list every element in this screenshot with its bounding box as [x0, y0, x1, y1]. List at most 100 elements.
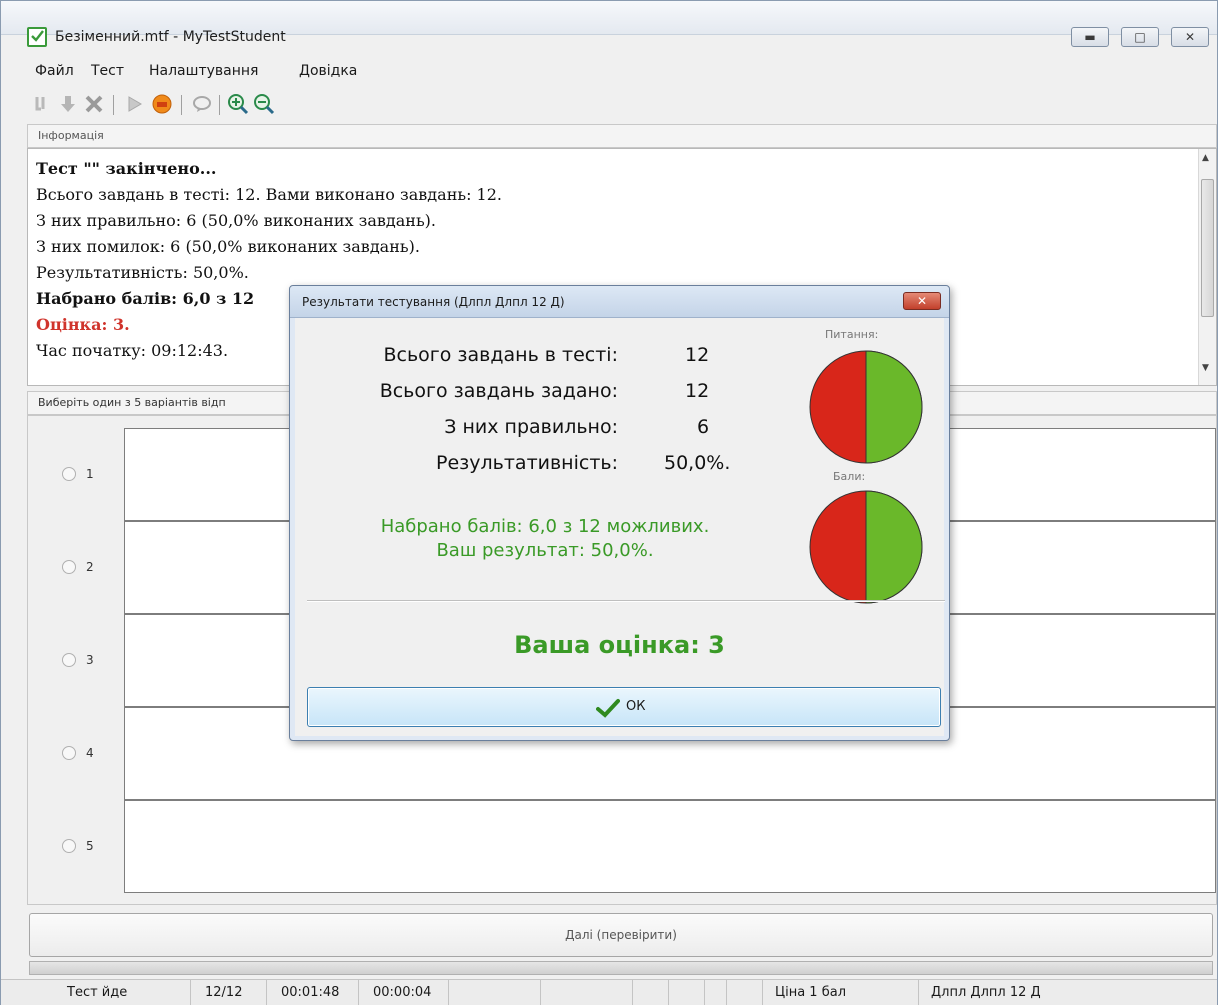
zoom-in-icon[interactable] [227, 93, 249, 115]
dialog-close-button[interactable]: ✕ [903, 292, 941, 310]
info-panel-title: Інформація [38, 129, 104, 142]
info-grade: Оцінка: 3. [36, 315, 130, 334]
score-line: Набрано балів: 6,0 з 12 можливих. [380, 516, 710, 537]
ok-button[interactable]: ОК [307, 687, 941, 727]
download-arrow-icon[interactable] [57, 93, 79, 115]
stat-value-correct: 6 [697, 416, 710, 438]
pie-questions [809, 350, 923, 464]
info-scrollbar[interactable]: ▲ ▼ [1198, 149, 1216, 385]
play-icon[interactable] [123, 93, 145, 115]
status-elapsed: 00:01:48 [281, 985, 340, 1000]
status-price-cell: Ціна 1 бал [763, 980, 919, 1005]
maximize-button[interactable]: □ [1121, 27, 1159, 47]
pie-points-caption: Бали: [833, 470, 866, 483]
dialog-divider [307, 600, 945, 602]
scroll-thumb[interactable] [1201, 179, 1214, 317]
info-panel-header: Інформація [27, 124, 1217, 148]
open-icon[interactable] [31, 93, 53, 115]
answer-number: 2 [86, 560, 94, 574]
dialog-body: Всього завдань в тесті: 12 Всього завдан… [295, 318, 945, 736]
maximize-icon: □ [1134, 30, 1146, 44]
answer-row: 5 [28, 788, 1216, 893]
stat-value-given: 12 [685, 380, 710, 402]
title-bar: Безіменний.mtf - MyTestStudent ▬ □ ✕ [1, 1, 1217, 47]
answer-radio[interactable] [62, 467, 76, 481]
info-effectiveness: Результативність: 50,0%. [36, 263, 249, 282]
answer-radio[interactable] [62, 839, 76, 853]
answer-box[interactable] [124, 800, 1216, 893]
answer-number: 5 [86, 839, 94, 853]
menu-bar: Файл Тест Налаштування Довідка [1, 61, 1217, 83]
status-student: Длпл Длпл 12 Д [931, 985, 1041, 1000]
scroll-up-icon[interactable]: ▲ [1202, 153, 1209, 163]
answer-radio[interactable] [62, 560, 76, 574]
delete-x-icon[interactable] [83, 93, 105, 115]
grade-text: Ваша оцінка: 3 [514, 631, 725, 659]
answer-number: 1 [86, 467, 94, 481]
status-task-time-cell: 00:00:04 [359, 980, 449, 1005]
status-empty-cell [669, 980, 705, 1005]
menu-help[interactable]: Довідка [299, 63, 357, 79]
pie-points-correct-slice [865, 490, 923, 604]
window-title: Безіменний.mtf - MyTestStudent [55, 29, 286, 45]
answer-radio[interactable] [62, 653, 76, 667]
status-empty-cell [633, 980, 669, 1005]
horizontal-scrollbar[interactable] [29, 961, 1213, 975]
answer-radio[interactable] [62, 746, 76, 760]
menu-file[interactable]: Файл [35, 63, 74, 79]
menu-settings[interactable]: Налаштування [149, 63, 258, 79]
status-student-cell: Длпл Длпл 12 Д [919, 980, 1217, 1005]
ok-label: ОК [626, 699, 646, 714]
status-bar: Тест йде 12/12 00:01:48 00:00:04 Ціна 1 … [1, 979, 1217, 1005]
status-task-time: 00:00:04 [373, 985, 432, 1000]
result-line: Ваш результат: 50,0%. [436, 540, 654, 561]
pie-questions-caption: Питання: [825, 328, 879, 341]
minimize-button[interactable]: ▬ [1071, 27, 1109, 47]
status-empty-cell [449, 980, 541, 1005]
status-elapsed-cell: 00:01:48 [267, 980, 359, 1005]
info-total-tasks: Всього завдань в тесті: 12. Вами виконан… [36, 185, 502, 204]
pie-points [809, 490, 923, 604]
answer-number: 4 [86, 746, 94, 760]
stat-label-given: Всього завдань задано: [379, 380, 618, 402]
next-check-label: Далі (перевірити) [565, 928, 677, 942]
menu-test[interactable]: Тест [91, 63, 124, 79]
next-check-button[interactable]: Далі (перевірити) [29, 913, 1213, 957]
status-price: Ціна 1 бал [775, 985, 846, 1000]
stat-label-total: Всього завдань в тесті: [383, 344, 618, 366]
stat-label-effectiveness: Результативність: [436, 452, 618, 474]
dialog-title-bar: Результати тестування (Длпл Длпл 12 Д) ✕ [290, 286, 949, 318]
status-state-cell: Тест йде [1, 980, 191, 1005]
status-state: Тест йде [67, 985, 128, 1000]
dialog-title: Результати тестування (Длпл Длпл 12 Д) [302, 295, 565, 309]
close-button[interactable]: ✕ [1171, 27, 1209, 47]
info-points: Набрано балів: 6,0 з 12 [36, 289, 255, 308]
app-checkmark-icon [27, 27, 47, 47]
status-progress: 12/12 [205, 985, 243, 1000]
zoom-out-icon[interactable] [253, 93, 275, 115]
status-empty-cell [727, 980, 763, 1005]
status-empty-cell [541, 980, 633, 1005]
status-empty-cell [705, 980, 727, 1005]
stat-label-correct: З них правильно: [444, 416, 618, 438]
comment-icon[interactable] [191, 93, 213, 115]
info-errors: З них помилок: 6 (50,0% виконаних завдан… [36, 237, 420, 256]
status-progress-cell: 12/12 [191, 980, 267, 1005]
pie-questions-correct-slice [865, 350, 923, 464]
results-dialog: Результати тестування (Длпл Длпл 12 Д) ✕… [289, 285, 950, 741]
close-icon: ✕ [1184, 30, 1196, 44]
minimize-icon: ▬ [1084, 30, 1096, 44]
toolbar-separator [113, 95, 114, 115]
toolbar-separator [219, 95, 220, 115]
stop-icon[interactable] [151, 93, 173, 115]
toolbar [1, 89, 1217, 117]
stat-value-effectiveness: 50,0%. [664, 452, 731, 474]
checkmark-icon [596, 699, 620, 718]
answer-number: 3 [86, 653, 94, 667]
info-start-time: Час початку: 09:12:43. [36, 341, 229, 360]
toolbar-separator [181, 95, 182, 115]
scroll-down-icon[interactable]: ▼ [1202, 363, 1209, 373]
info-test-finished: Тест "" закінчено... [36, 159, 217, 178]
info-correct: З них правильно: 6 (50,0% виконаних завд… [36, 211, 436, 230]
stat-value-total: 12 [685, 344, 710, 366]
